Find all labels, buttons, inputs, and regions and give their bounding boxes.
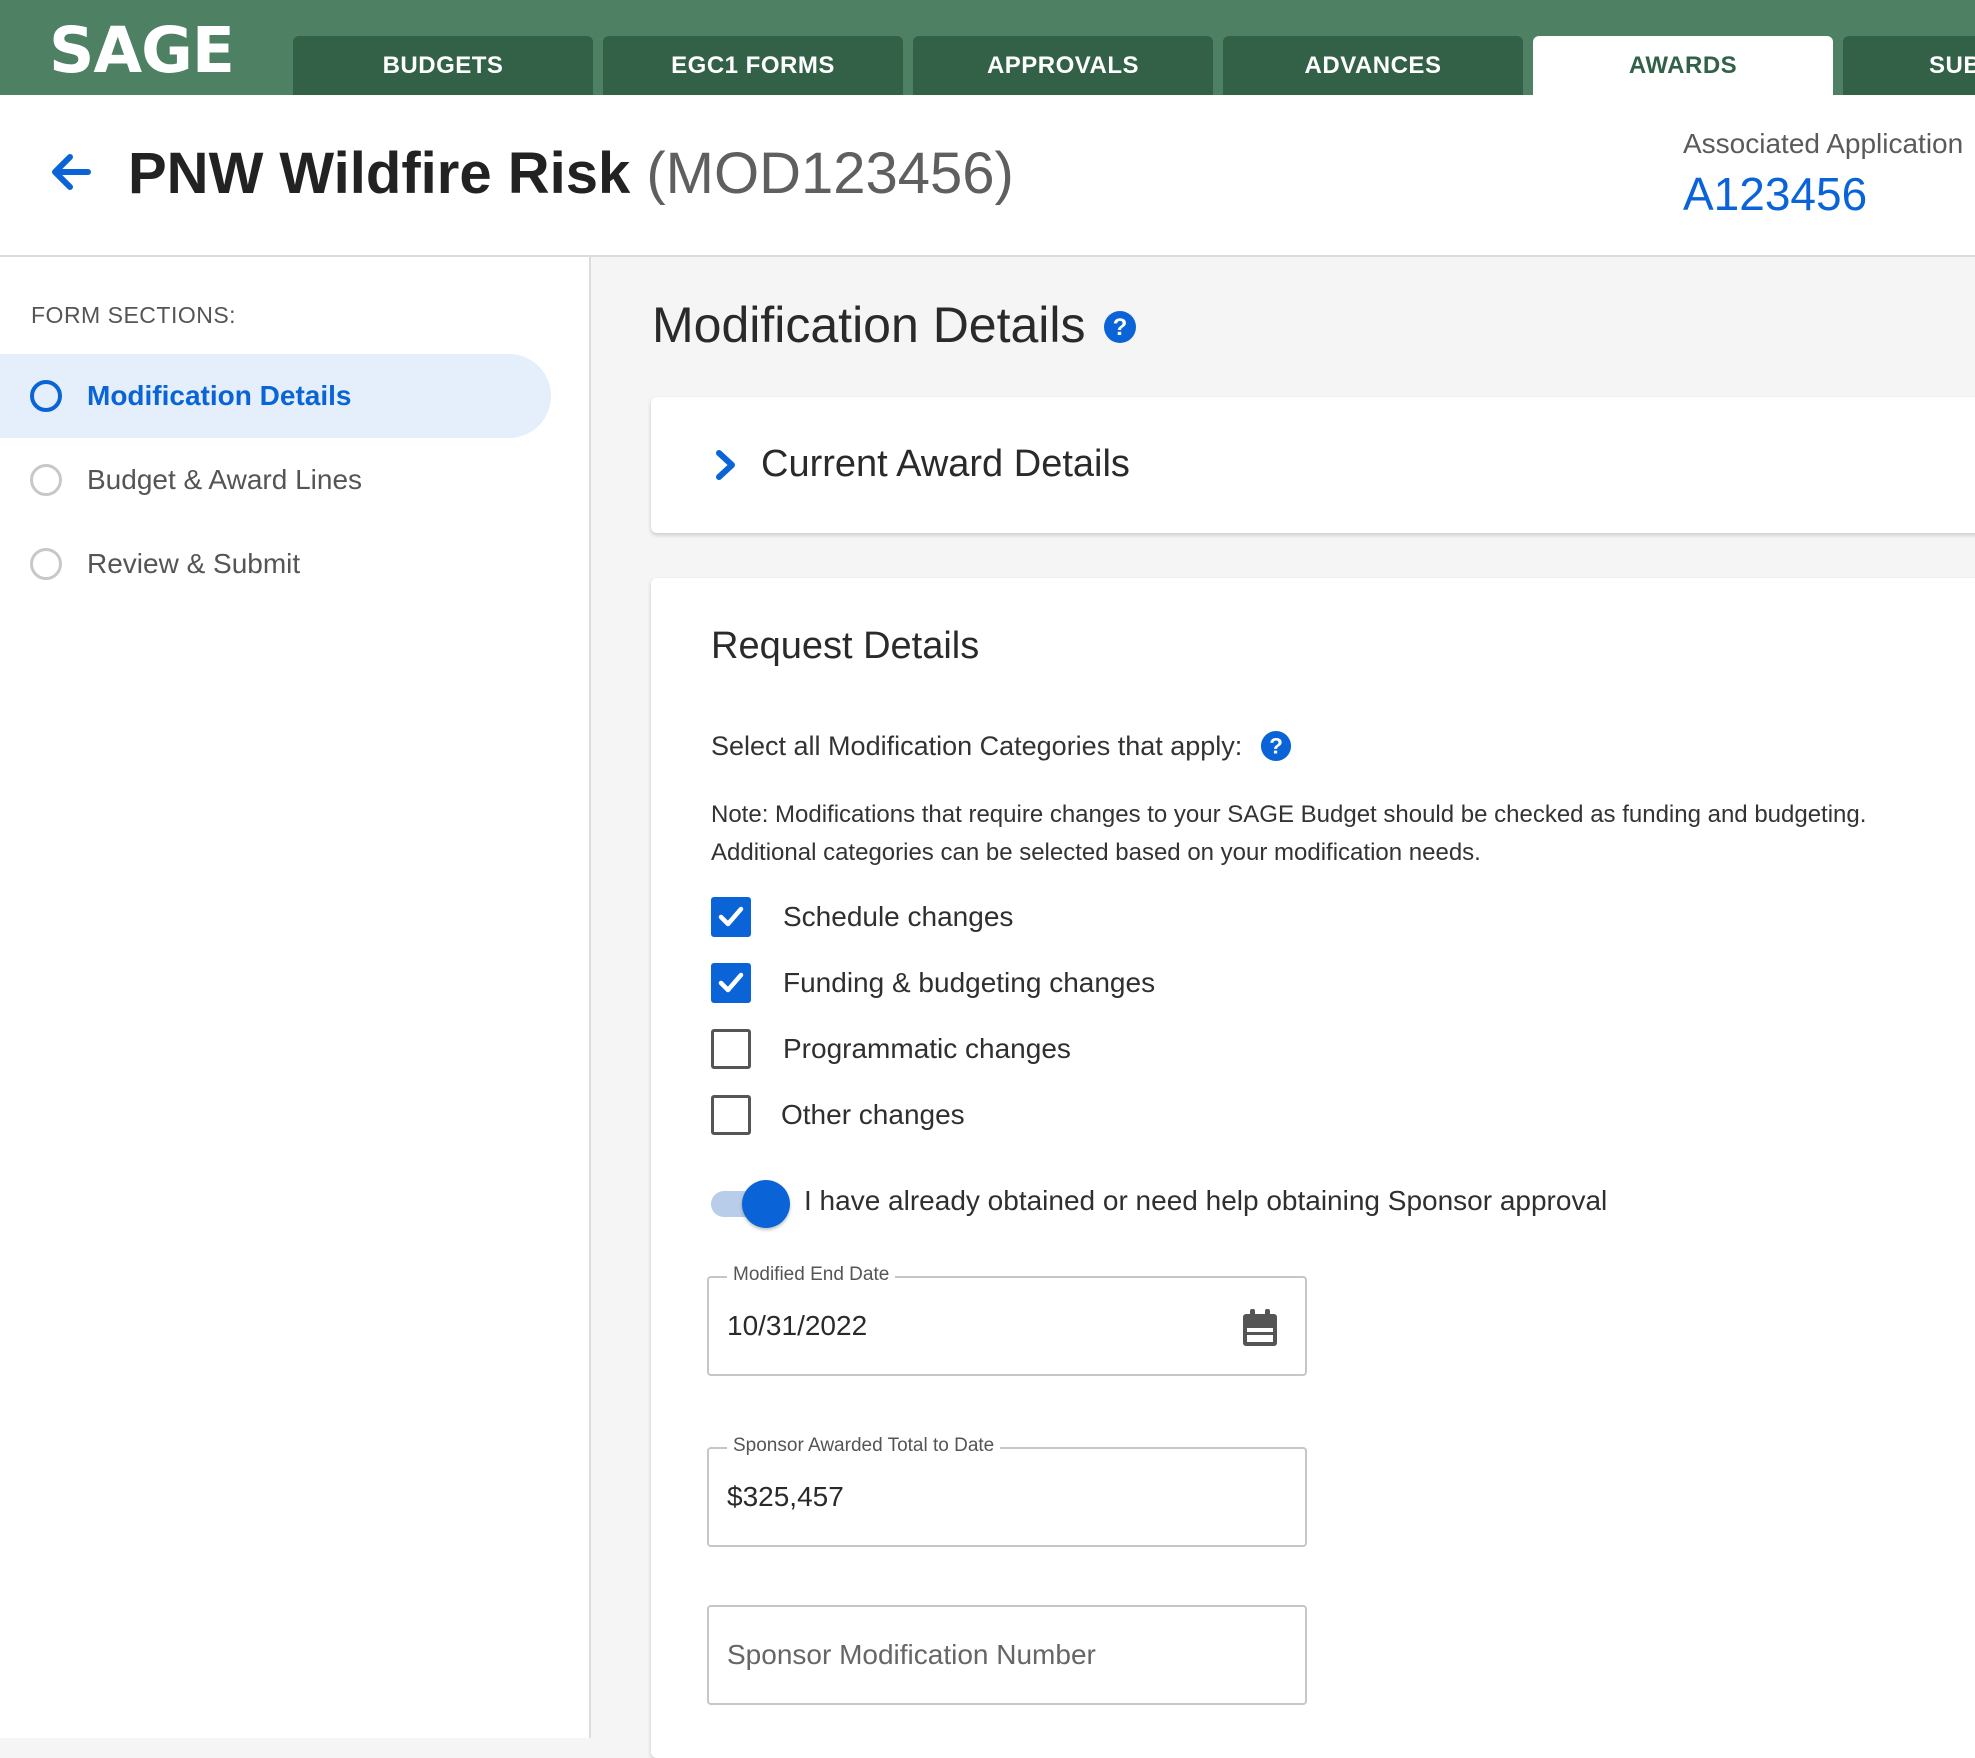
checkbox-label: Funding & budgeting changes bbox=[783, 967, 1156, 998]
sidebar-item-label: Modification Details bbox=[87, 380, 352, 411]
sponsor-awarded-total-field[interactable]: Sponsor Awarded Total to Date $325,457 bbox=[707, 1435, 1307, 1547]
tab-awards[interactable]: AWARDS bbox=[1533, 36, 1833, 95]
top-nav-bar: SAGE BUDGETS EGC1 FORMS APPROVALS ADVANC… bbox=[0, 0, 1975, 95]
checkmark-icon bbox=[718, 972, 744, 993]
field-value[interactable]: 10/31/2022 bbox=[727, 1310, 867, 1342]
help-icon[interactable]: ? bbox=[1103, 310, 1137, 344]
category-programmatic-changes[interactable]: Programmatic changes bbox=[711, 1028, 1071, 1070]
page-title: PNW Wildfire Risk (MOD123456) bbox=[128, 140, 1014, 207]
sidebar-item-label: Review & Submit bbox=[87, 548, 301, 579]
tab-advances[interactable]: ADVANCES bbox=[1223, 36, 1523, 95]
current-award-details-title: Current Award Details bbox=[761, 443, 1130, 485]
category-schedule-changes[interactable]: Schedule changes bbox=[711, 896, 1013, 938]
page-header: PNW Wildfire Risk (MOD123456) Associated… bbox=[0, 95, 1975, 257]
sidebar-item-label: Budget & Award Lines bbox=[87, 464, 363, 495]
help-icon[interactable]: ? bbox=[1260, 730, 1292, 762]
modification-code: (MOD123456) bbox=[646, 141, 1014, 206]
section-title-text: Modification Details bbox=[652, 297, 1086, 353]
tab-budgets[interactable]: BUDGETS bbox=[293, 36, 593, 95]
modified-end-date-field[interactable]: Modified End Date 10/31/2022 bbox=[707, 1264, 1307, 1376]
associated-application-label: Associated Application bbox=[1683, 128, 1964, 159]
tab-approvals[interactable]: APPROVALS bbox=[913, 36, 1213, 95]
svg-text:?: ? bbox=[1269, 734, 1283, 759]
field-label: Modified End Date bbox=[727, 1264, 896, 1286]
categories-note: Note: Modifications that require changes… bbox=[711, 796, 1971, 872]
step-status-icon bbox=[30, 464, 62, 496]
checkbox-checked[interactable] bbox=[711, 897, 751, 937]
form-sections-sidebar: FORM SECTIONS: Modification Details Budg… bbox=[0, 257, 591, 1738]
toggle-knob bbox=[742, 1180, 790, 1228]
tab-sub[interactable]: SUB bbox=[1843, 36, 1975, 95]
note-line: Note: Modifications that require changes… bbox=[711, 801, 1867, 828]
project-name: PNW Wildfire Risk bbox=[128, 141, 631, 206]
checkbox-label: Schedule changes bbox=[783, 901, 1014, 932]
sage-logo[interactable]: SAGE bbox=[49, 14, 235, 87]
note-line: Additional categories can be selected ba… bbox=[711, 839, 1481, 866]
request-details-title: Request Details bbox=[711, 625, 980, 667]
field-value[interactable]: $325,457 bbox=[727, 1481, 844, 1513]
checkbox-checked[interactable] bbox=[711, 963, 751, 1003]
step-status-icon bbox=[30, 380, 62, 412]
current-award-details-panel[interactable]: Current Award Details bbox=[651, 397, 1975, 533]
sidebar-item-modification-details[interactable]: Modification Details bbox=[0, 354, 551, 438]
associated-application-link[interactable]: A123456 bbox=[1683, 167, 1867, 221]
checkbox-label: Other changes bbox=[781, 1099, 965, 1130]
sidebar-item-budget-award-lines[interactable]: Budget & Award Lines bbox=[0, 438, 551, 522]
step-status-icon bbox=[30, 548, 62, 580]
form-sections-heading: FORM SECTIONS: bbox=[31, 302, 237, 328]
field-placeholder: Sponsor Modification Number bbox=[727, 1639, 1096, 1670]
calendar-icon[interactable] bbox=[1241, 1308, 1279, 1348]
sidebar-item-review-submit[interactable]: Review & Submit bbox=[0, 522, 551, 606]
sponsor-modification-number-field[interactable]: Sponsor Modification Number bbox=[707, 1605, 1307, 1705]
categories-prompt-text: Select all Modification Categories that … bbox=[711, 731, 1243, 761]
checkbox-unchecked[interactable] bbox=[711, 1095, 751, 1135]
category-funding-budgeting-changes[interactable]: Funding & budgeting changes bbox=[711, 962, 1155, 1004]
tab-egc1-forms[interactable]: EGC1 FORMS bbox=[603, 36, 903, 95]
svg-text:?: ? bbox=[1113, 314, 1128, 341]
arrow-left-icon[interactable] bbox=[46, 147, 96, 197]
request-details-card: Request Details Select all Modification … bbox=[651, 578, 1975, 1758]
checkmark-icon bbox=[718, 906, 744, 927]
chevron-right-icon bbox=[716, 450, 735, 480]
category-other-changes[interactable]: Other changes bbox=[711, 1094, 965, 1136]
checkbox-unchecked[interactable] bbox=[711, 1029, 751, 1069]
checkbox-label: Programmatic changes bbox=[783, 1033, 1071, 1064]
sponsor-approval-toggle[interactable] bbox=[711, 1178, 797, 1228]
categories-prompt: Select all Modification Categories that … bbox=[711, 730, 1292, 762]
section-title: Modification Details ? bbox=[652, 296, 1137, 354]
field-label: Sponsor Awarded Total to Date bbox=[727, 1435, 1001, 1457]
sponsor-approval-label: I have already obtained or need help obt… bbox=[804, 1185, 1608, 1216]
